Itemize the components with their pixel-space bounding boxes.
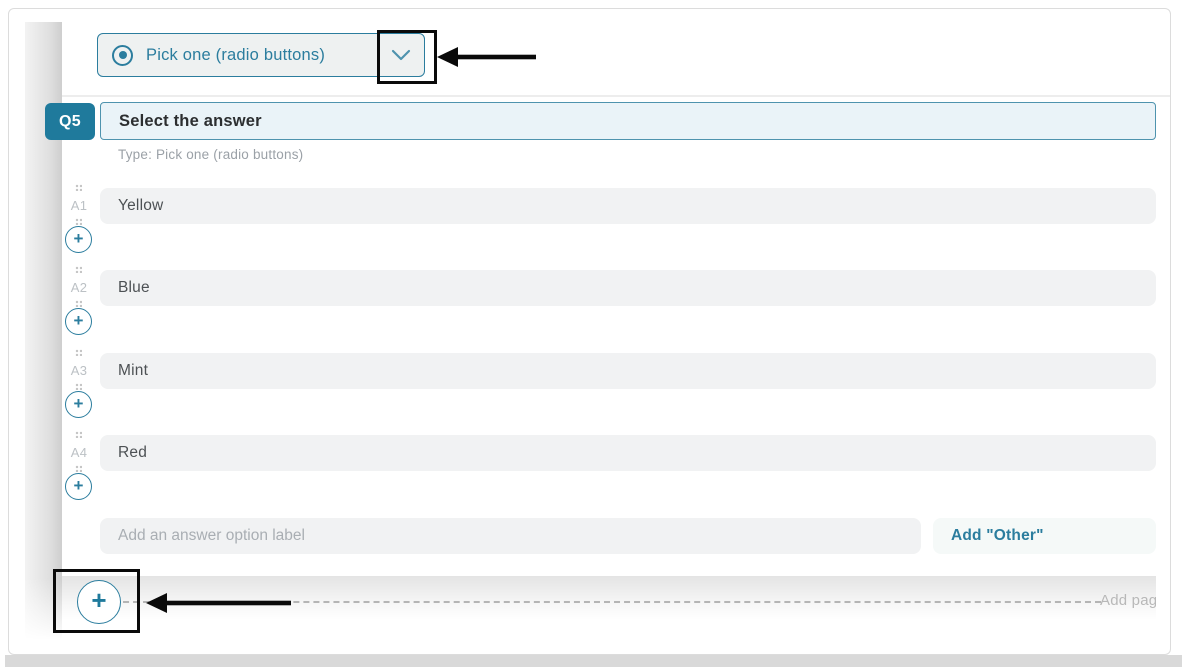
question-type-hint: Type: Pick one (radio buttons) (118, 147, 303, 162)
annotation-arrow-to-add-page (146, 590, 292, 616)
answer-id-label: A1 (66, 198, 92, 213)
question-title-input[interactable] (100, 102, 1156, 140)
answer-input[interactable] (100, 353, 1156, 389)
answer-input[interactable] (100, 188, 1156, 224)
add-answer-input[interactable] (100, 518, 921, 554)
section-divider (62, 95, 1170, 97)
annotation-box-dropdown-chevron (377, 30, 437, 84)
annotation-box-add-page (53, 569, 140, 633)
radio-button-icon (112, 45, 133, 66)
survey-editor-page: Pick one (radio buttons) Q5 Type: Pick o… (0, 0, 1182, 667)
drag-dots-icon[interactable] (75, 431, 82, 438)
answer-input[interactable] (100, 270, 1156, 306)
background-bottom-bar (5, 655, 1182, 667)
question-type-selected-label: Pick one (radio buttons) (146, 46, 325, 65)
insert-answer-button[interactable]: + (65, 226, 92, 253)
drag-dots-icon[interactable] (75, 184, 82, 191)
annotation-arrow-to-chevron (437, 44, 537, 70)
insert-answer-button[interactable]: + (65, 308, 92, 335)
answer-input[interactable] (100, 435, 1156, 471)
insert-answer-button[interactable]: + (65, 473, 92, 500)
drag-dots-icon[interactable] (75, 266, 82, 273)
answer-id-label: A4 (66, 445, 92, 460)
answer-id-label: A3 (66, 363, 92, 378)
answer-id-label: A2 (66, 280, 92, 295)
drag-dots-icon[interactable] (75, 383, 82, 390)
question-type-dropdown[interactable]: Pick one (radio buttons) (97, 33, 425, 77)
drag-dots-icon[interactable] (75, 218, 82, 225)
drag-dots-icon[interactable] (75, 465, 82, 472)
drag-dots-icon[interactable] (75, 300, 82, 307)
insert-answer-button[interactable]: + (65, 391, 92, 418)
question-number-badge: Q5 (45, 103, 95, 140)
add-other-button[interactable]: Add "Other" (933, 518, 1156, 554)
drag-dots-icon[interactable] (75, 349, 82, 356)
add-page-label: Add page (1100, 592, 1156, 609)
